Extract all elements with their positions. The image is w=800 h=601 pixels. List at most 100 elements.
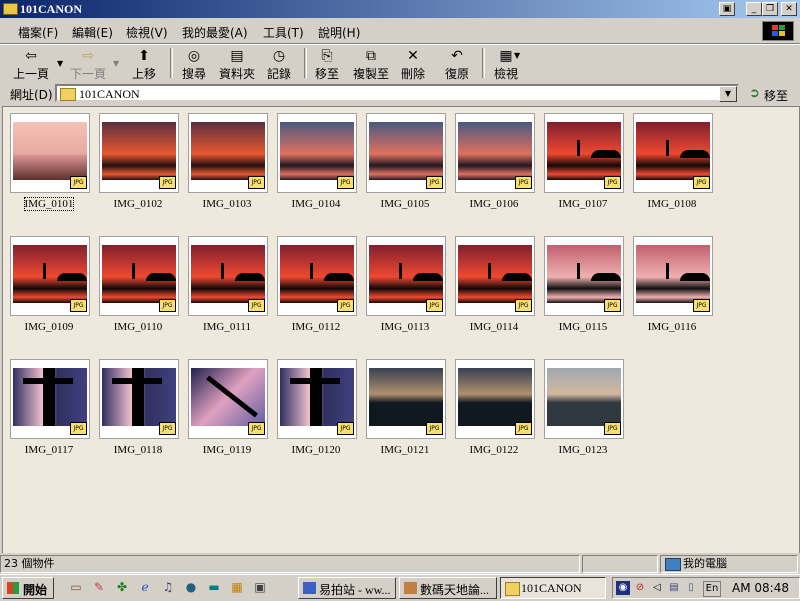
- thumbnail[interactable]: JPG: [99, 113, 179, 193]
- thumbnail[interactable]: JPG: [366, 359, 446, 439]
- tray-device-icon[interactable]: ▯: [684, 581, 698, 595]
- thumbnail[interactable]: JPG: [10, 113, 90, 193]
- tray-antivirus-icon[interactable]: ⊘: [633, 581, 647, 595]
- file-item[interactable]: JPG IMG_0113: [362, 233, 448, 343]
- file-item[interactable]: JPG IMG_0114: [451, 233, 537, 343]
- file-name[interactable]: IMG_0109: [6, 321, 92, 333]
- file-item[interactable]: JPG IMG_0119: [184, 356, 270, 466]
- file-name[interactable]: IMG_0115: [540, 321, 626, 333]
- file-name[interactable]: IMG_0110: [95, 321, 181, 333]
- file-name[interactable]: IMG_0114: [451, 321, 537, 333]
- file-item[interactable]: JPG IMG_0107: [540, 110, 626, 220]
- thumbnail[interactable]: JPG: [455, 359, 535, 439]
- file-item[interactable]: JPG IMG_0116: [629, 233, 715, 343]
- address-input[interactable]: 101CANON ▼: [55, 84, 739, 102]
- language-indicator[interactable]: En: [703, 581, 721, 597]
- file-name[interactable]: IMG_0121: [362, 444, 448, 456]
- thumbnail[interactable]: JPG: [188, 236, 268, 316]
- file-name[interactable]: IMG_0120: [273, 444, 359, 456]
- thumbnail[interactable]: JPG: [277, 113, 357, 193]
- menu-favorites[interactable]: 我的最愛(A): [182, 24, 248, 41]
- thumbnail[interactable]: JPG: [10, 359, 90, 439]
- file-name[interactable]: IMG_0111: [184, 321, 270, 333]
- file-item[interactable]: JPG IMG_0105: [362, 110, 448, 220]
- file-name[interactable]: IMG_0119: [184, 444, 270, 456]
- keyboard-icon[interactable]: ▬: [206, 579, 222, 595]
- thumbnail[interactable]: JPG: [10, 236, 90, 316]
- history-button[interactable]: ◷ 記錄: [264, 47, 294, 81]
- thumbnail[interactable]: JPG: [188, 113, 268, 193]
- file-name[interactable]: IMG_0118: [95, 444, 181, 456]
- undo-button[interactable]: ↶ 復原: [442, 47, 472, 81]
- copy-to-button[interactable]: ⧉ 複製至: [350, 47, 392, 81]
- forward-button[interactable]: ⇨ 下一頁: [66, 47, 110, 81]
- tray-printer-icon[interactable]: ▤: [667, 581, 681, 595]
- file-name[interactable]: IMG_0102: [95, 198, 181, 210]
- thumbnail[interactable]: JPG: [99, 236, 179, 316]
- volume-icon[interactable]: ◁: [650, 581, 664, 595]
- file-name[interactable]: IMG_0117: [6, 444, 92, 456]
- thumbnail[interactable]: JPG: [544, 113, 624, 193]
- toolbar-extra-button[interactable]: ▣: [719, 2, 735, 16]
- file-name[interactable]: IMG_0106: [451, 198, 537, 210]
- thumbnail[interactable]: JPG: [633, 113, 713, 193]
- menu-file[interactable]: 檔案(F): [18, 24, 58, 41]
- up-button[interactable]: ⬆ 上移: [128, 47, 160, 81]
- media-icon[interactable]: ♫: [160, 579, 176, 595]
- file-item[interactable]: JPG IMG_0110: [95, 233, 181, 343]
- folders-button[interactable]: ▤ 資料夾: [216, 47, 258, 81]
- file-name[interactable]: IMG_0112: [273, 321, 359, 333]
- task-button-forum[interactable]: 數碼天地論...: [399, 577, 497, 599]
- move-to-button[interactable]: ⎘ 移至: [312, 47, 342, 81]
- file-name[interactable]: IMG_0108: [629, 198, 715, 210]
- tray-app-icon[interactable]: ◉: [616, 581, 630, 595]
- views-dropdown-icon[interactable]: ▼: [514, 51, 520, 60]
- forward-dropdown-icon[interactable]: ▼: [113, 59, 119, 68]
- file-item[interactable]: JPG IMG_0108: [629, 110, 715, 220]
- file-name[interactable]: IMG_0101: [6, 198, 92, 210]
- file-item[interactable]: JPG IMG_0109: [6, 233, 92, 343]
- file-item[interactable]: JPG IMG_0102: [95, 110, 181, 220]
- paint-icon[interactable]: ✎: [91, 579, 107, 595]
- file-item[interactable]: JPG IMG_0120: [273, 356, 359, 466]
- address-dropdown-icon[interactable]: ▼: [719, 86, 737, 102]
- file-name[interactable]: IMG_0123: [540, 444, 626, 456]
- file-item[interactable]: JPG IMG_0106: [451, 110, 537, 220]
- file-item[interactable]: JPG IMG_0104: [273, 110, 359, 220]
- file-name[interactable]: IMG_0105: [362, 198, 448, 210]
- menu-edit[interactable]: 編輯(E): [72, 24, 113, 41]
- start-button[interactable]: 開始: [2, 577, 54, 599]
- maximize-button[interactable]: ❐: [762, 2, 778, 16]
- file-item[interactable]: JPG IMG_0115: [540, 233, 626, 343]
- file-item[interactable]: JPG IMG_0117: [6, 356, 92, 466]
- file-item[interactable]: JPG IMG_0118: [95, 356, 181, 466]
- file-name[interactable]: IMG_0103: [184, 198, 270, 210]
- file-item[interactable]: JPG IMG_0103: [184, 110, 270, 220]
- thumbnail[interactable]: JPG: [99, 359, 179, 439]
- back-dropdown-icon[interactable]: ▼: [57, 59, 63, 68]
- file-name[interactable]: IMG_0122: [451, 444, 537, 456]
- file-item[interactable]: JPG IMG_0101: [6, 110, 92, 220]
- minimize-button[interactable]: _: [746, 2, 762, 16]
- app-clover-icon[interactable]: ✤: [114, 579, 130, 595]
- app-grid-icon[interactable]: ▦: [229, 579, 245, 595]
- file-name[interactable]: IMG_0107: [540, 198, 626, 210]
- computer-icon[interactable]: ▣: [252, 579, 268, 595]
- show-desktop-icon[interactable]: ▭: [68, 579, 84, 595]
- thumbnail[interactable]: JPG: [188, 359, 268, 439]
- file-item[interactable]: JPG IMG_0121: [362, 356, 448, 466]
- file-item[interactable]: JPG IMG_0123: [540, 356, 626, 466]
- thumbnail[interactable]: JPG: [455, 113, 535, 193]
- file-item[interactable]: JPG IMG_0112: [273, 233, 359, 343]
- file-list-pane[interactable]: JPG IMG_0101 JPG IMG_0102 JPG IMG_0103 JPG IMG_…: [2, 106, 800, 555]
- thumbnail[interactable]: JPG: [277, 359, 357, 439]
- thumbnail[interactable]: JPG: [366, 236, 446, 316]
- menu-view[interactable]: 檢視(V): [126, 24, 168, 41]
- thumbnail[interactable]: JPG: [633, 236, 713, 316]
- go-button[interactable]: ➲ 移至: [746, 85, 796, 103]
- thumbnail[interactable]: JPG: [455, 236, 535, 316]
- file-name[interactable]: IMG_0104: [273, 198, 359, 210]
- back-button[interactable]: ⇦ 上一頁: [10, 47, 52, 81]
- globe-icon[interactable]: ●: [183, 579, 199, 595]
- file-item[interactable]: JPG IMG_0122: [451, 356, 537, 466]
